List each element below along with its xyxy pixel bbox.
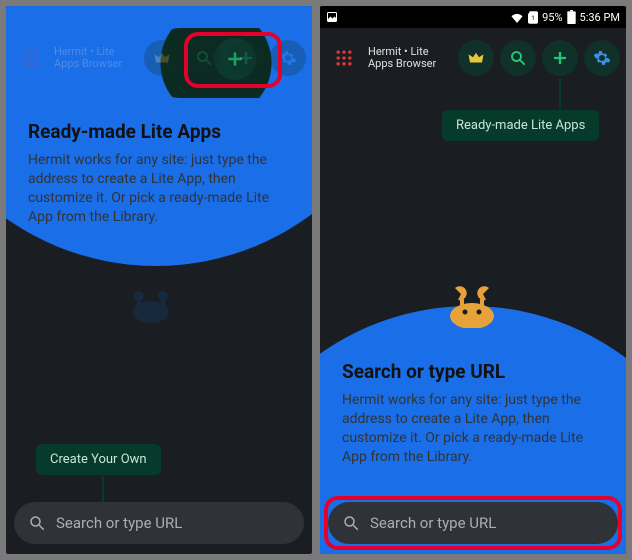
tooltip-connector	[102, 476, 104, 504]
settings-button[interactable]	[270, 40, 306, 76]
content-block: Ready-made Lite Apps Hermit works for an…	[28, 120, 288, 227]
svg-text:1: 1	[531, 14, 535, 22]
app-title: Hermit • Lite Apps Browser	[54, 46, 138, 70]
url-search-bar[interactable]: Search or type URL	[328, 502, 618, 544]
search-button[interactable]	[500, 40, 536, 76]
add-button[interactable]	[542, 40, 578, 76]
top-bar: Hermit • Lite Apps Browser	[6, 28, 312, 88]
status-bar: 1 95% 5:36 PM	[320, 6, 626, 28]
gallery-icon	[326, 11, 338, 23]
gear-icon	[279, 49, 297, 67]
hero-heading: Ready-made Lite Apps	[28, 120, 288, 143]
tooltip-create[interactable]: Create Your Own	[36, 444, 161, 475]
crown-icon	[467, 49, 485, 67]
crab-illustration	[437, 278, 507, 328]
hero-body: Hermit works for any site: just type the…	[342, 391, 602, 467]
content-block: Search or type URL Hermit works for any …	[342, 360, 602, 467]
search-button[interactable]	[186, 40, 222, 76]
crown-icon	[153, 49, 171, 67]
add-button[interactable]	[228, 40, 264, 76]
right-screenshot: 1 95% 5:36 PM Hermit • Lite Apps Browser…	[320, 6, 626, 554]
hero-body: Hermit works for any site: just type the…	[28, 151, 288, 227]
hero-heading: Search or type URL	[342, 360, 602, 383]
battery-icon	[567, 10, 576, 24]
grid-icon	[334, 48, 354, 68]
crown-button[interactable]	[144, 40, 180, 76]
gear-icon	[593, 49, 611, 67]
crown-button[interactable]	[458, 40, 494, 76]
wifi-icon	[510, 12, 524, 23]
apps-grid-button[interactable]	[326, 40, 362, 76]
tooltip-connector	[559, 78, 561, 110]
grid-icon	[20, 48, 40, 68]
crab-illustration	[121, 284, 181, 324]
app-title: Hermit • Lite Apps Browser	[368, 46, 452, 70]
battery-text: 95%	[542, 11, 562, 24]
search-icon	[342, 514, 360, 532]
left-screenshot: 1 95% 5:36 PM Hermit • Lite Apps Browser…	[6, 6, 312, 554]
search-icon	[509, 49, 527, 67]
search-placeholder: Search or type URL	[56, 514, 182, 532]
sim-icon: 1	[528, 11, 538, 24]
plus-icon	[237, 49, 255, 67]
tooltip-readymade[interactable]: Ready-made Lite Apps	[442, 110, 599, 141]
time-text: 5:36 PM	[580, 11, 620, 24]
apps-grid-button[interactable]	[12, 40, 48, 76]
search-placeholder: Search or type URL	[370, 514, 496, 532]
plus-icon	[551, 49, 569, 67]
search-icon	[195, 49, 213, 67]
url-search-bar[interactable]: Search or type URL	[14, 502, 304, 544]
search-icon	[28, 514, 46, 532]
top-bar: Hermit • Lite Apps Browser	[320, 28, 626, 88]
settings-button[interactable]	[584, 40, 620, 76]
